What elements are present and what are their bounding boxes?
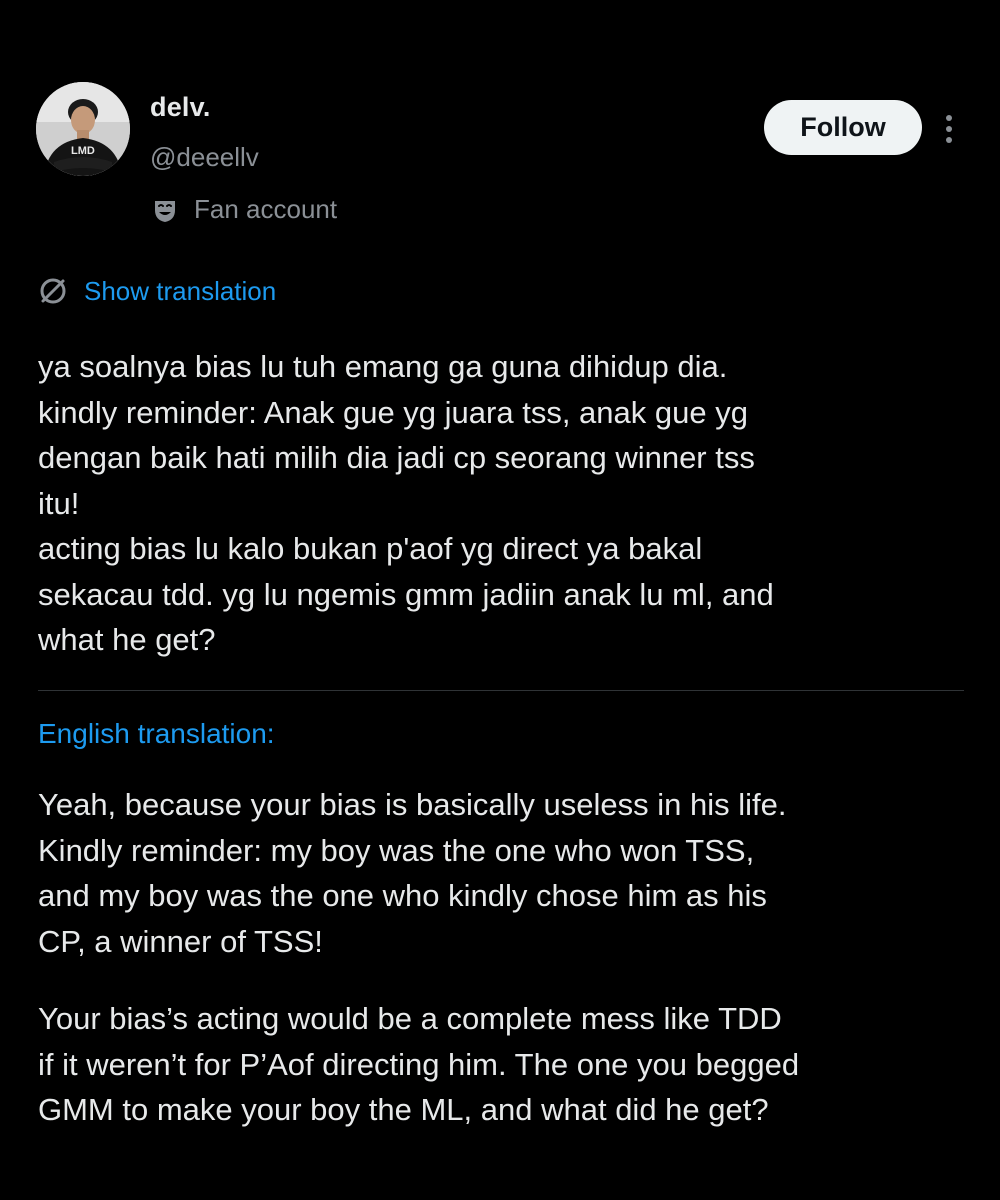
translation-line: Yeah, because your bias is basically use… — [38, 787, 787, 822]
tweet-line: dengan baik hati milih dia jadi cp seora… — [38, 440, 755, 475]
translation-line: and my boy was the one who kindly chose … — [38, 878, 767, 913]
show-translation-link[interactable]: Show translation — [36, 274, 276, 308]
user-handle[interactable]: @deeellv — [150, 142, 259, 173]
translation-line: GMM to make your boy the ML, and what di… — [38, 1092, 769, 1127]
english-translation-heading: English translation: — [38, 718, 275, 749]
fan-account-label: Fan account — [194, 194, 338, 224]
translation-paragraph-1: Yeah, because your bias is basically use… — [38, 782, 988, 964]
avatar[interactable]: LMD — [36, 82, 130, 176]
display-name[interactable]: delv. — [150, 92, 211, 123]
tweet-text: ya soalnya bias lu tuh emang ga guna dih… — [38, 344, 978, 663]
more-vertical-icon[interactable] — [938, 112, 960, 146]
translation-paragraph-2: Your bias’s acting would be a complete m… — [38, 996, 988, 1133]
show-translation-label[interactable]: Show translation — [84, 276, 276, 307]
svg-text:LMD: LMD — [71, 145, 95, 157]
translation-line: Your bias’s acting would be a complete m… — [38, 1001, 782, 1036]
tweet-line: itu! — [38, 485, 80, 521]
tweet-line: what he get? — [38, 622, 216, 657]
translation-line: CP, a winner of TSS! — [38, 923, 323, 959]
translate-icon — [40, 278, 66, 304]
follow-button[interactable]: Follow — [764, 100, 922, 155]
tweet-view: LMD delv. @deeellv Fan account Follow Sh… — [0, 0, 1000, 1200]
fan-mask-icon — [155, 200, 175, 222]
account-label: Fan account — [150, 194, 337, 225]
tweet-line: kindly reminder: Anak gue yg juara tss, … — [38, 394, 748, 430]
avatar-image: LMD — [36, 82, 130, 176]
tweet-line: sekacau tdd. yg lu ngemis gmm jadiin ana… — [38, 576, 774, 612]
divider — [38, 690, 964, 691]
translation-line: if it weren’t for P’Aof directing him. T… — [38, 1046, 800, 1082]
translation-line: Kindly reminder: my boy was the one who … — [38, 832, 755, 868]
tweet-line: acting bias lu kalo bukan p'aof yg direc… — [38, 531, 703, 566]
tweet-line: ya soalnya bias lu tuh emang ga guna dih… — [38, 349, 728, 384]
